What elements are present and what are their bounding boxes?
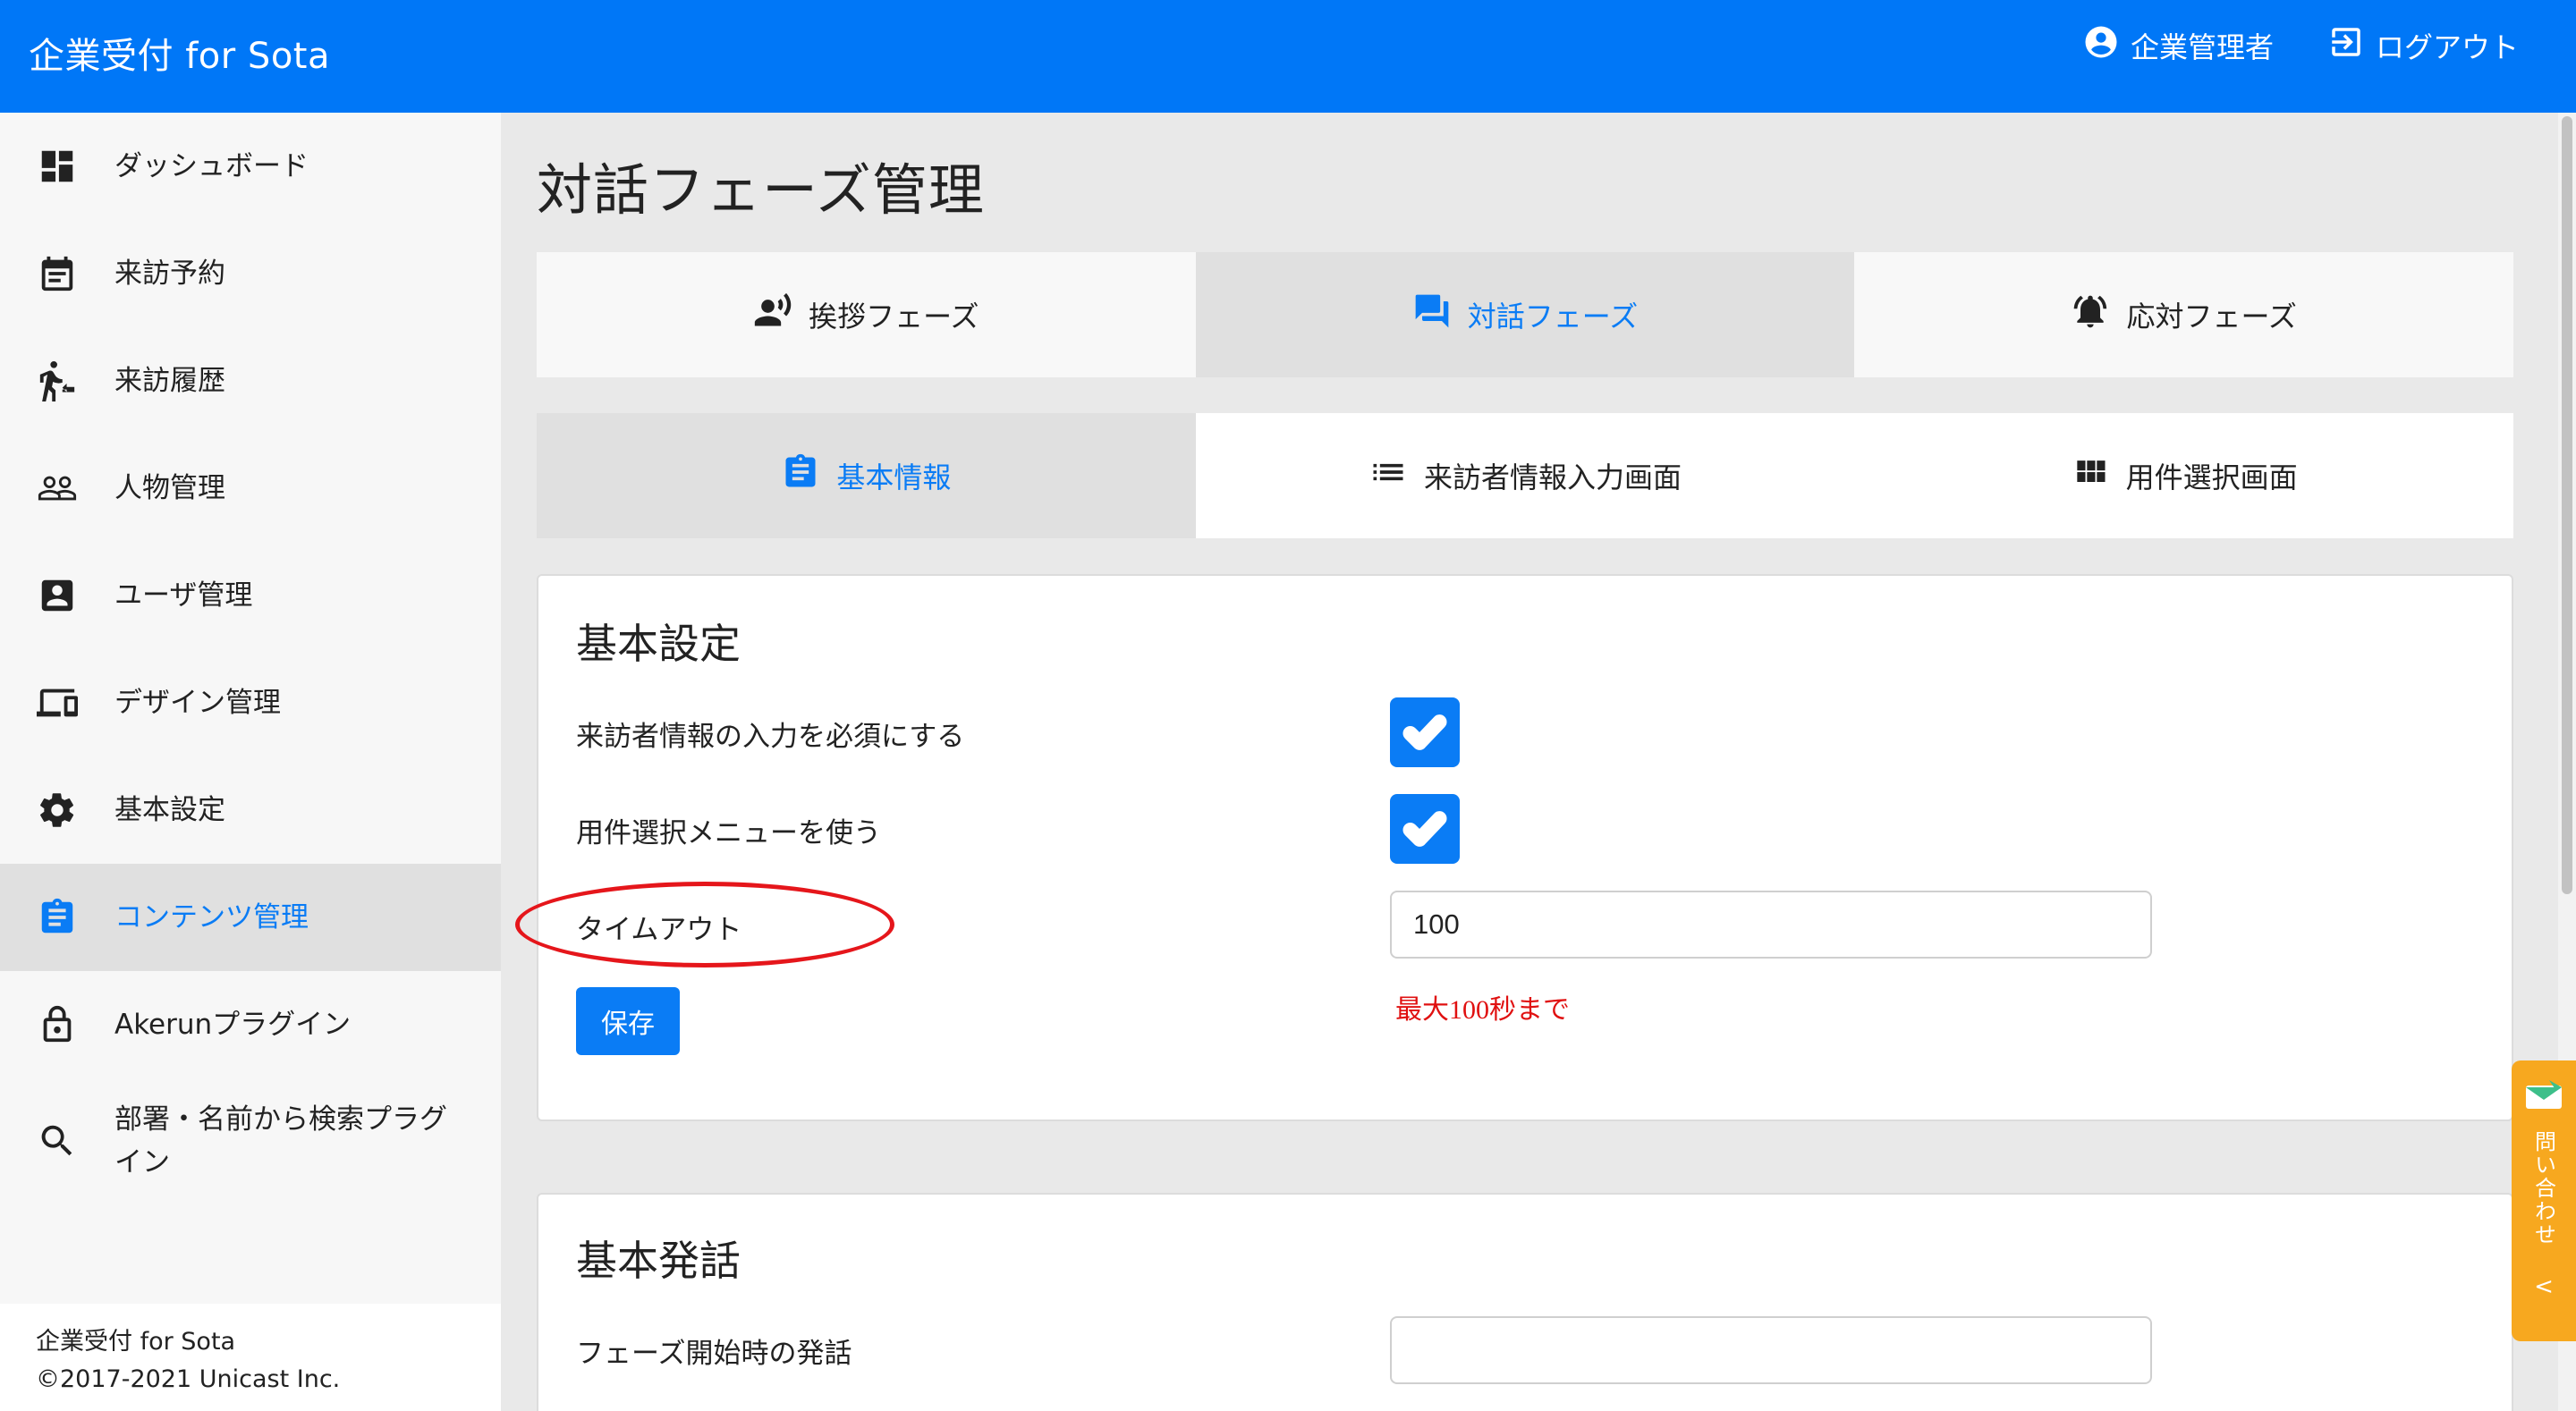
grid-icon xyxy=(2071,452,2110,499)
basic-settings-card: 基本設定 来訪者情報の入力を必須にする 用件選択メニューを使う タイムアウト 保… xyxy=(537,574,2513,1121)
scrollbar-thumb[interactable] xyxy=(2562,116,2572,894)
clipboard-icon xyxy=(36,896,79,939)
tab-purpose-selection-screen[interactable]: 用件選択画面 xyxy=(1854,413,2514,538)
save-button[interactable]: 保存 xyxy=(576,987,680,1055)
chat-icon xyxy=(1412,291,1452,338)
sidebar-item-search-plugin[interactable]: 部署・名前から検索プラグイン xyxy=(0,1078,501,1204)
tab-basic-info[interactable]: 基本情報 xyxy=(537,413,1196,538)
sidebar-item-label: ユーザ管理 xyxy=(114,579,253,612)
tab-label: 挨拶フェーズ xyxy=(809,300,979,334)
clipboard-icon xyxy=(781,452,820,499)
tab-visitor-info-screen[interactable]: 来訪者情報入力画面 xyxy=(1195,413,1855,538)
sidebar-item-users[interactable]: ユーザ管理 xyxy=(0,542,501,649)
devices-icon xyxy=(36,681,79,724)
use-purpose-menu-label: 用件選択メニューを使う xyxy=(576,817,881,849)
user-label: 企業管理者 xyxy=(2130,30,2274,64)
search-icon xyxy=(36,1120,79,1162)
bell-icon xyxy=(2071,291,2110,338)
footer-app-name: 企業受付 for Sota xyxy=(36,1328,236,1356)
sidebar-item-settings[interactable]: 基本設定 xyxy=(0,756,501,864)
sidebar-item-label: 人物管理 xyxy=(114,472,225,504)
top-bar: 企業受付 for Sota 企業管理者 ログアウト xyxy=(0,0,2576,113)
logout-button[interactable]: ログアウト xyxy=(2327,23,2519,68)
user-menu[interactable]: 企業管理者 xyxy=(2082,23,2274,68)
checkmark-icon xyxy=(1402,811,1447,847)
top-right-menu: 企業管理者 ログアウト xyxy=(2082,23,2519,68)
tab-label: 用件選択画面 xyxy=(2125,460,2298,494)
sidebar-item-label: 部署・名前から検索プラグイン xyxy=(114,1103,447,1179)
timeout-label: タイムアウト xyxy=(576,914,742,946)
contact-label: 問い合わせ xyxy=(2530,1130,2556,1246)
lock-icon xyxy=(36,1003,79,1046)
sidebar-footer: 企業受付 for Sota ©2017-2021 Unicast Inc. xyxy=(0,1304,501,1411)
sidebar-item-people[interactable]: 人物管理 xyxy=(0,435,501,542)
tab-label: 基本情報 xyxy=(836,460,952,494)
phase-start-speech-label: フェーズ開始時の発話 xyxy=(576,1338,852,1370)
sidebar-item-dashboard[interactable]: ダッシュボード xyxy=(0,113,501,220)
tab-label: 来訪者情報入力画面 xyxy=(1424,460,1682,494)
phase-tabs: 挨拶フェーズ 対話フェーズ 応対フェーズ xyxy=(537,252,2514,377)
sidebar-item-label: デザイン管理 xyxy=(114,687,281,719)
gear-icon xyxy=(36,789,79,832)
sidebar-item-label: 来訪予約 xyxy=(114,258,225,290)
footer-copyright: ©2017-2021 Unicast Inc. xyxy=(36,1365,341,1393)
chevron-left-icon: < xyxy=(2534,1273,2554,1300)
sidebar-item-label: 基本設定 xyxy=(114,794,225,826)
walk-history-icon xyxy=(36,359,79,402)
phase-start-speech-input[interactable] xyxy=(1390,1316,2152,1384)
list-icon xyxy=(1368,452,1408,499)
sidebar-item-visit-history[interactable]: 来訪履歴 xyxy=(0,327,501,435)
tab-label: 応対フェーズ xyxy=(2126,300,2297,334)
timeout-input[interactable] xyxy=(1390,891,2152,959)
people-icon xyxy=(36,467,79,510)
person-voice-icon xyxy=(753,291,792,338)
use-purpose-menu-checkbox[interactable] xyxy=(1390,794,1460,864)
sidebar-item-label: 来訪履歴 xyxy=(114,365,225,397)
sidebar-item-label: ダッシュボード xyxy=(114,150,309,182)
contact-tab[interactable]: 問い合わせ < xyxy=(2512,1060,2576,1341)
sidebar-item-design[interactable]: デザイン管理 xyxy=(0,649,501,756)
dashboard-icon xyxy=(36,145,79,188)
checkmark-icon xyxy=(1402,714,1447,750)
calendar-icon xyxy=(36,252,79,295)
logout-icon xyxy=(2327,23,2365,68)
page-title: 対話フェーズ管理 xyxy=(537,157,985,223)
account-circle-icon xyxy=(2082,23,2120,68)
basic-speech-title: 基本発話 xyxy=(576,1237,741,1285)
tab-dialogue-phase[interactable]: 対話フェーズ xyxy=(1195,252,1855,377)
tab-response-phase[interactable]: 応対フェーズ xyxy=(1854,252,2514,377)
basic-speech-card: 基本発話 フェーズ開始時の発話 xyxy=(537,1193,2513,1411)
tab-label: 対話フェーズ xyxy=(1467,300,1639,334)
sidebar-item-akerun-plugin[interactable]: Akerunプラグイン xyxy=(0,971,501,1078)
require-visitor-info-label: 来訪者情報の入力を必須にする xyxy=(576,721,965,753)
basic-settings-title: 基本設定 xyxy=(576,620,741,668)
sidebar: ダッシュボード 来訪予約 来訪履歴 人物管理 ユーザ管理 デザイン管理 基本設定… xyxy=(0,113,501,1411)
envelope-icon xyxy=(2522,1078,2565,1118)
user-badge-icon xyxy=(36,574,79,617)
logout-label: ログアウト xyxy=(2375,30,2519,64)
sidebar-item-content[interactable]: コンテンツ管理 xyxy=(0,864,501,971)
sub-tabs: 基本情報 来訪者情報入力画面 用件選択画面 xyxy=(537,413,2514,538)
tab-greeting-phase[interactable]: 挨拶フェーズ xyxy=(537,252,1196,377)
sidebar-item-label: コンテンツ管理 xyxy=(114,901,309,934)
require-visitor-info-checkbox[interactable] xyxy=(1390,697,1460,767)
timeout-hint: 最大100秒まで xyxy=(1395,995,1570,1025)
sidebar-item-visit-reservation[interactable]: 来訪予約 xyxy=(0,220,501,327)
sidebar-item-label: Akerunプラグイン xyxy=(114,1009,352,1041)
app-title[interactable]: 企業受付 for Sota xyxy=(29,32,330,80)
